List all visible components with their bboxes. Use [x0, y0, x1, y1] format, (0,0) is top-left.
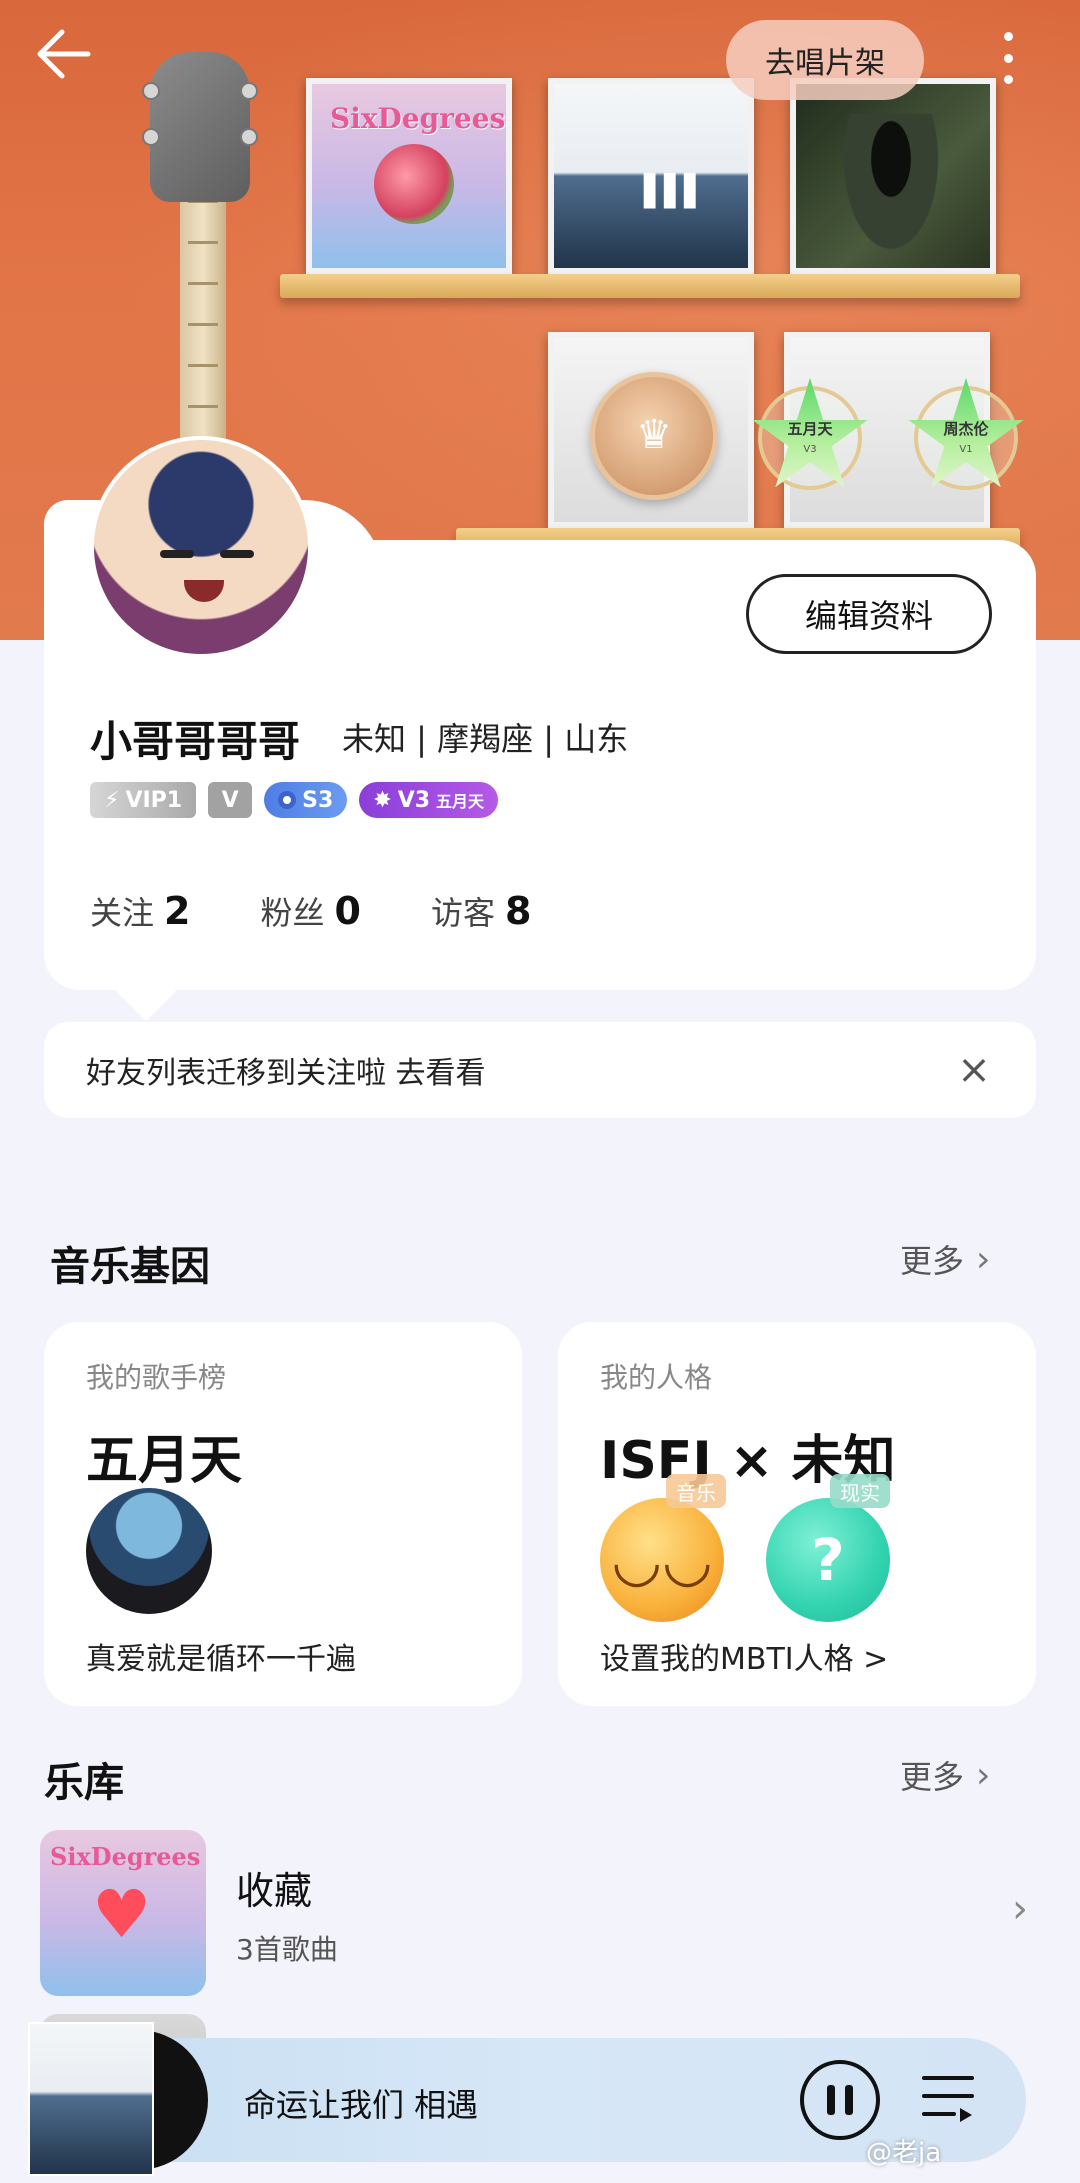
pause-icon[interactable]	[800, 2060, 880, 2140]
music-dna-title: 音乐基因	[50, 1244, 210, 1290]
verified-v-icon[interactable]: V	[208, 782, 253, 818]
album-art	[28, 2022, 154, 2176]
chevron-right-icon: ›	[976, 1754, 991, 1796]
top-artist: 五月天	[86, 1431, 243, 1491]
notice-text: 好友列表迁移到关注啦 去看看	[86, 1056, 486, 1091]
fans-count: 0	[334, 889, 361, 933]
badge-level: V1	[959, 444, 973, 455]
more-vertical-icon[interactable]	[990, 28, 1026, 88]
album-title: SixDegrees	[330, 102, 506, 135]
stats-row: 关注 2 粉丝 0 访客 8	[90, 888, 531, 934]
shelf-album-1[interactable]: SixDegrees	[306, 78, 512, 274]
user-meta: 未知 | 摩羯座 | 山东	[342, 720, 629, 758]
v3-badge-artist: 五月天	[436, 792, 485, 811]
avatar[interactable]	[90, 436, 312, 658]
fans-stat[interactable]: 粉丝 0	[260, 888, 360, 934]
sparkle-icon: ✸	[373, 787, 392, 813]
now-playing-cover[interactable]	[28, 2022, 208, 2176]
bouquet-art	[374, 144, 454, 224]
artist-photo	[86, 1488, 212, 1614]
music-dna-more-link[interactable]: 更多 ›	[900, 1236, 990, 1282]
edit-profile-button[interactable]: 编辑资料	[746, 574, 992, 654]
badge-name: 周杰伦	[943, 420, 989, 438]
watermark: @老ja	[866, 2138, 942, 2168]
smile-emoji-icon: ◡◡	[600, 1498, 724, 1622]
v3-artist-badge[interactable]: ✸ V3 五月天	[359, 782, 499, 818]
v3-badge-label: V3	[397, 787, 431, 813]
lightning-icon: ⚡	[104, 787, 120, 813]
singer-rank-card[interactable]: 我的歌手榜 五月天 真爱就是循环一千遍	[44, 1322, 522, 1706]
heart-icon: ♥	[92, 1876, 152, 1953]
back-arrow-svg	[37, 29, 91, 79]
username: 小哥哥哥哥	[90, 717, 301, 766]
reality-tag: 现实	[830, 1474, 890, 1508]
visitors-label: 访客	[430, 894, 495, 932]
cover-title: SixDegrees	[50, 1842, 201, 1871]
chevron-right-icon: ›	[976, 1238, 991, 1280]
crown-medal[interactable]: ♛	[590, 372, 718, 500]
friend-list-notice[interactable]: 好友列表迁移到关注啦 去看看 ×	[44, 1022, 1036, 1118]
audio-bars-icon: ▌▌▌	[644, 174, 707, 209]
disc-icon	[278, 791, 297, 809]
artist-badge-1[interactable]: 五月天 V3	[750, 378, 870, 498]
badge-name: 五月天	[787, 420, 833, 438]
following-stat[interactable]: 关注 2	[90, 888, 190, 934]
s3-badge[interactable]: S3	[264, 782, 348, 818]
vip-badge-label: VIP1	[125, 787, 183, 813]
close-icon[interactable]: ×	[954, 1047, 994, 1093]
shelf-board-top	[280, 274, 1020, 298]
badge-row: ⚡ VIP1 V S3 ✸ V3 五月天	[90, 782, 499, 820]
go-to-shelf-button[interactable]: 去唱片架	[726, 20, 924, 100]
more-label: 更多	[900, 1242, 965, 1280]
back-arrow-icon[interactable]	[32, 26, 92, 82]
badge-level: V3	[803, 444, 817, 455]
visitors-count: 8	[504, 889, 532, 933]
now-playing-title[interactable]: 命运让我们 相遇	[244, 2080, 478, 2126]
guitar-head	[142, 52, 258, 202]
library-item-favorites[interactable]: SixDegrees ♥ 收藏 3首歌曲 ›	[40, 1830, 1036, 1996]
personality-card[interactable]: 我的人格 ISFJ × 未知 ◡◡ ? 音乐 现实 设置我的MBTI人格 >	[558, 1322, 1036, 1706]
following-label: 关注	[90, 894, 155, 932]
crown-icon: ♛	[636, 412, 672, 458]
library-title: 乐库	[44, 1760, 124, 1806]
library-more-link[interactable]: 更多 ›	[900, 1752, 990, 1798]
shelf-album-2[interactable]: ▌▌▌	[548, 78, 754, 274]
artist-badge-2[interactable]: 周杰伦 V1	[906, 378, 1026, 498]
vip-badge[interactable]: ⚡ VIP1	[90, 782, 197, 818]
card-pointer	[114, 958, 178, 1022]
more-label: 更多	[900, 1758, 965, 1796]
question-mark-icon: ?	[766, 1498, 890, 1622]
s3-badge-label: S3	[302, 787, 334, 813]
following-count: 2	[164, 889, 191, 933]
playlist-icon[interactable]	[922, 2072, 978, 2124]
singer-card-label: 我的歌手榜	[86, 1361, 227, 1394]
top-song: 真爱就是循环一千遍	[86, 1642, 356, 1677]
music-tag: 音乐	[666, 1474, 726, 1508]
chevron-right-icon: ›	[1012, 1886, 1028, 1932]
album-portrait	[836, 114, 946, 264]
visitors-stat[interactable]: 访客 8	[431, 888, 531, 934]
library-item-count: 3首歌曲	[236, 1933, 338, 1966]
fans-label: 粉丝	[260, 894, 325, 932]
favorites-cover: SixDegrees ♥	[40, 1830, 206, 1996]
shelf-album-3[interactable]	[790, 78, 996, 274]
library-item-title: 收藏	[236, 1869, 313, 1913]
set-mbti-link[interactable]: 设置我的MBTI人格 >	[600, 1634, 888, 1678]
personality-card-label: 我的人格	[600, 1361, 713, 1394]
